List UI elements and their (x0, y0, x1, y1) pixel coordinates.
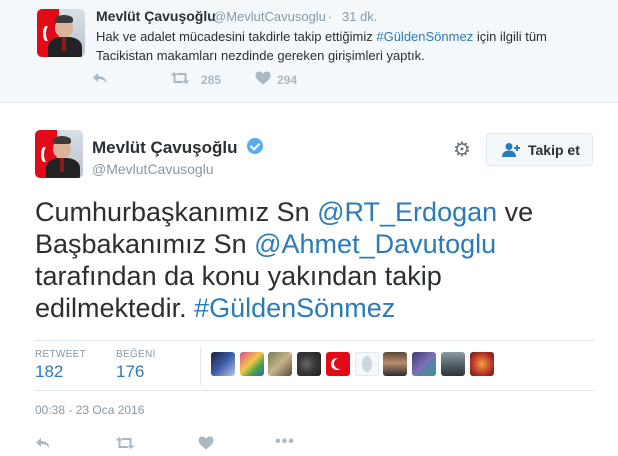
divider (35, 340, 595, 341)
mention-link[interactable]: @RT_Erdogan (317, 197, 497, 227)
mention-link[interactable]: @Ahmet_Davutoglu (254, 229, 496, 259)
liker-avatar[interactable] (326, 352, 350, 376)
hashtag-link[interactable]: #GüldenSönmez (376, 29, 473, 44)
author-name[interactable]: Mevlüt Çavuşoğlu (92, 138, 237, 158)
retweet-stat-label: RETWEET (35, 349, 86, 360)
liker-avatar[interactable] (211, 352, 235, 376)
like-count[interactable]: 294 (277, 73, 297, 87)
liker-avatar[interactable] (412, 352, 436, 376)
liker-avatar[interactable] (470, 352, 494, 376)
like-icon[interactable] (255, 71, 271, 85)
tweet-text: Cumhurbaşkanımız Sn @RT_Erdogan ve Başba… (35, 197, 534, 323)
like-stat-count[interactable]: 176 (116, 362, 144, 382)
author-handle[interactable]: @MevlutCavusoglu (213, 9, 326, 24)
reply-icon[interactable] (92, 71, 108, 85)
liker-avatar[interactable] (441, 352, 465, 376)
liker-avatar[interactable] (268, 352, 292, 376)
hashtag-link[interactable]: #GüldenSönmez (194, 293, 395, 323)
liker-avatar[interactable] (297, 352, 321, 376)
verified-badge-icon (247, 138, 263, 154)
divider (200, 347, 201, 385)
retweet-count[interactable]: 285 (201, 73, 221, 87)
gear-icon[interactable]: ⚙ (453, 140, 471, 160)
retweet-icon[interactable] (115, 436, 135, 450)
tweet-text: Hak ve adalet mücadesini takdirle takip … (96, 29, 547, 63)
separator-dot: · (328, 9, 333, 24)
retweet-icon[interactable] (170, 71, 190, 85)
tweet-timestamp[interactable]: 31 dk. (342, 9, 377, 24)
liker-avatar[interactable] (240, 352, 264, 376)
like-icon[interactable] (198, 436, 214, 450)
author-name[interactable]: Mevlüt Çavuşoğlu (96, 8, 216, 24)
avatar[interactable] (35, 130, 83, 178)
more-options-icon[interactable]: ••• (275, 433, 295, 451)
follow-label: Takip et (528, 142, 580, 158)
liker-avatar[interactable] (355, 352, 379, 376)
reply-icon[interactable] (35, 436, 51, 450)
avatar[interactable] (37, 9, 85, 57)
previous-tweet[interactable]: Mevlüt Çavuşoğlu @MevlutCavusoglu · 31 d… (0, 0, 618, 103)
liker-avatar[interactable] (383, 352, 407, 376)
like-stat-label: BEĞENİ (116, 349, 156, 360)
divider (35, 390, 595, 391)
follow-button[interactable]: Takip et (486, 133, 593, 166)
retweet-stat-count[interactable]: 182 (35, 362, 63, 382)
tweet-date[interactable]: 00:38 - 23 Oca 2016 (35, 403, 144, 417)
follow-person-icon (502, 143, 520, 157)
author-handle[interactable]: @MevlutCavusoglu (92, 161, 214, 177)
